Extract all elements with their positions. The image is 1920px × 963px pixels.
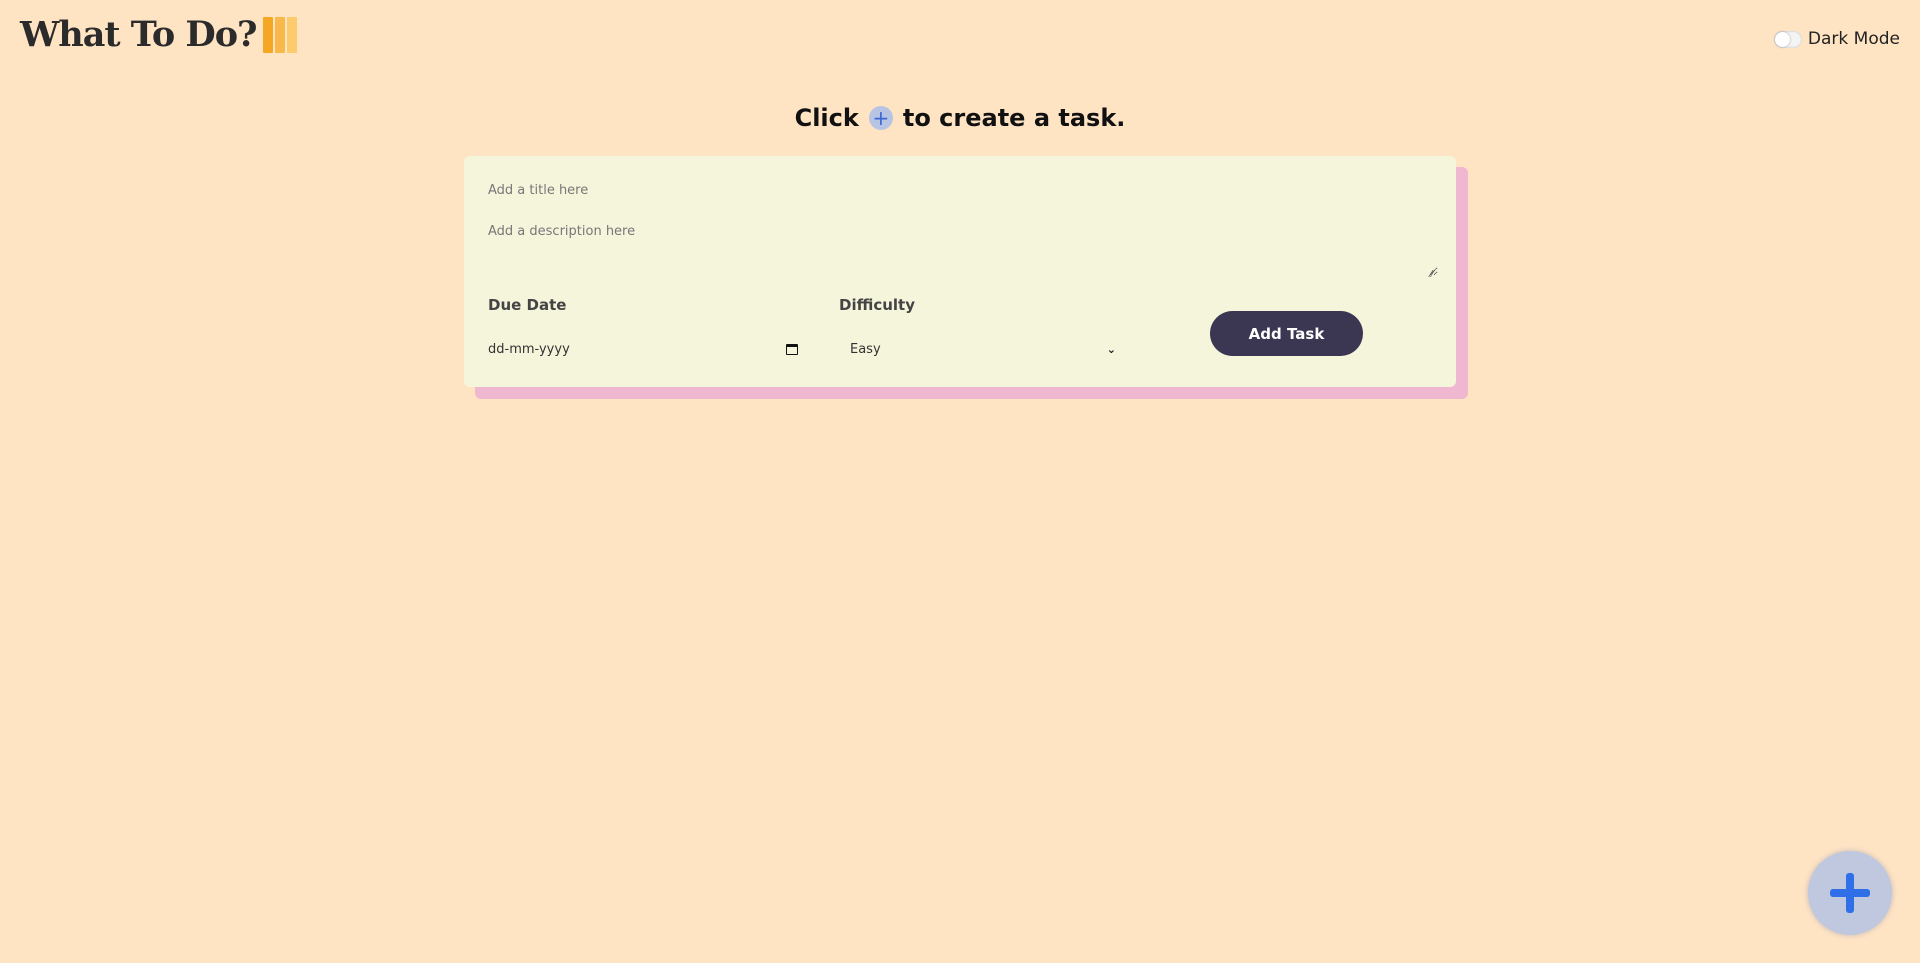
app-title: What To Do? xyxy=(20,14,258,55)
difficulty-value: Easy xyxy=(850,341,881,357)
logo-bars-icon xyxy=(262,16,297,53)
due-date-input[interactable]: dd-mm-yyyy xyxy=(488,338,798,360)
resize-grip-icon[interactable]: ⁄⁄ xyxy=(1430,270,1440,280)
due-date-value: dd-mm-yyyy xyxy=(488,341,570,357)
plus-icon xyxy=(1830,873,1870,913)
hint-text-before: Click xyxy=(794,104,859,132)
due-date-label: Due Date xyxy=(488,296,567,314)
add-task-fab[interactable] xyxy=(1808,851,1892,935)
hint-text-after: to create a task. xyxy=(902,104,1126,132)
dark-mode-toggle[interactable]: Dark Mode xyxy=(1773,29,1900,49)
difficulty-label: Difficulty xyxy=(839,296,915,314)
task-form-card: ⁄⁄ Due Date dd-mm-yyyy Difficulty Easy ⌄… xyxy=(464,156,1456,387)
difficulty-select[interactable]: Easy ⌄ xyxy=(846,338,1116,360)
chevron-down-icon: ⌄ xyxy=(1106,342,1116,356)
create-task-hint: Click + to create a task. xyxy=(0,104,1920,132)
calendar-icon[interactable] xyxy=(786,343,798,355)
dark-mode-label: Dark Mode xyxy=(1807,29,1900,49)
dark-mode-switch[interactable] xyxy=(1773,30,1802,48)
task-description-input[interactable] xyxy=(488,224,1438,276)
app-logo: What To Do? xyxy=(20,14,297,55)
task-title-input[interactable] xyxy=(488,174,1428,206)
add-task-button[interactable]: Add Task xyxy=(1210,311,1363,356)
plus-icon: + xyxy=(868,106,893,130)
